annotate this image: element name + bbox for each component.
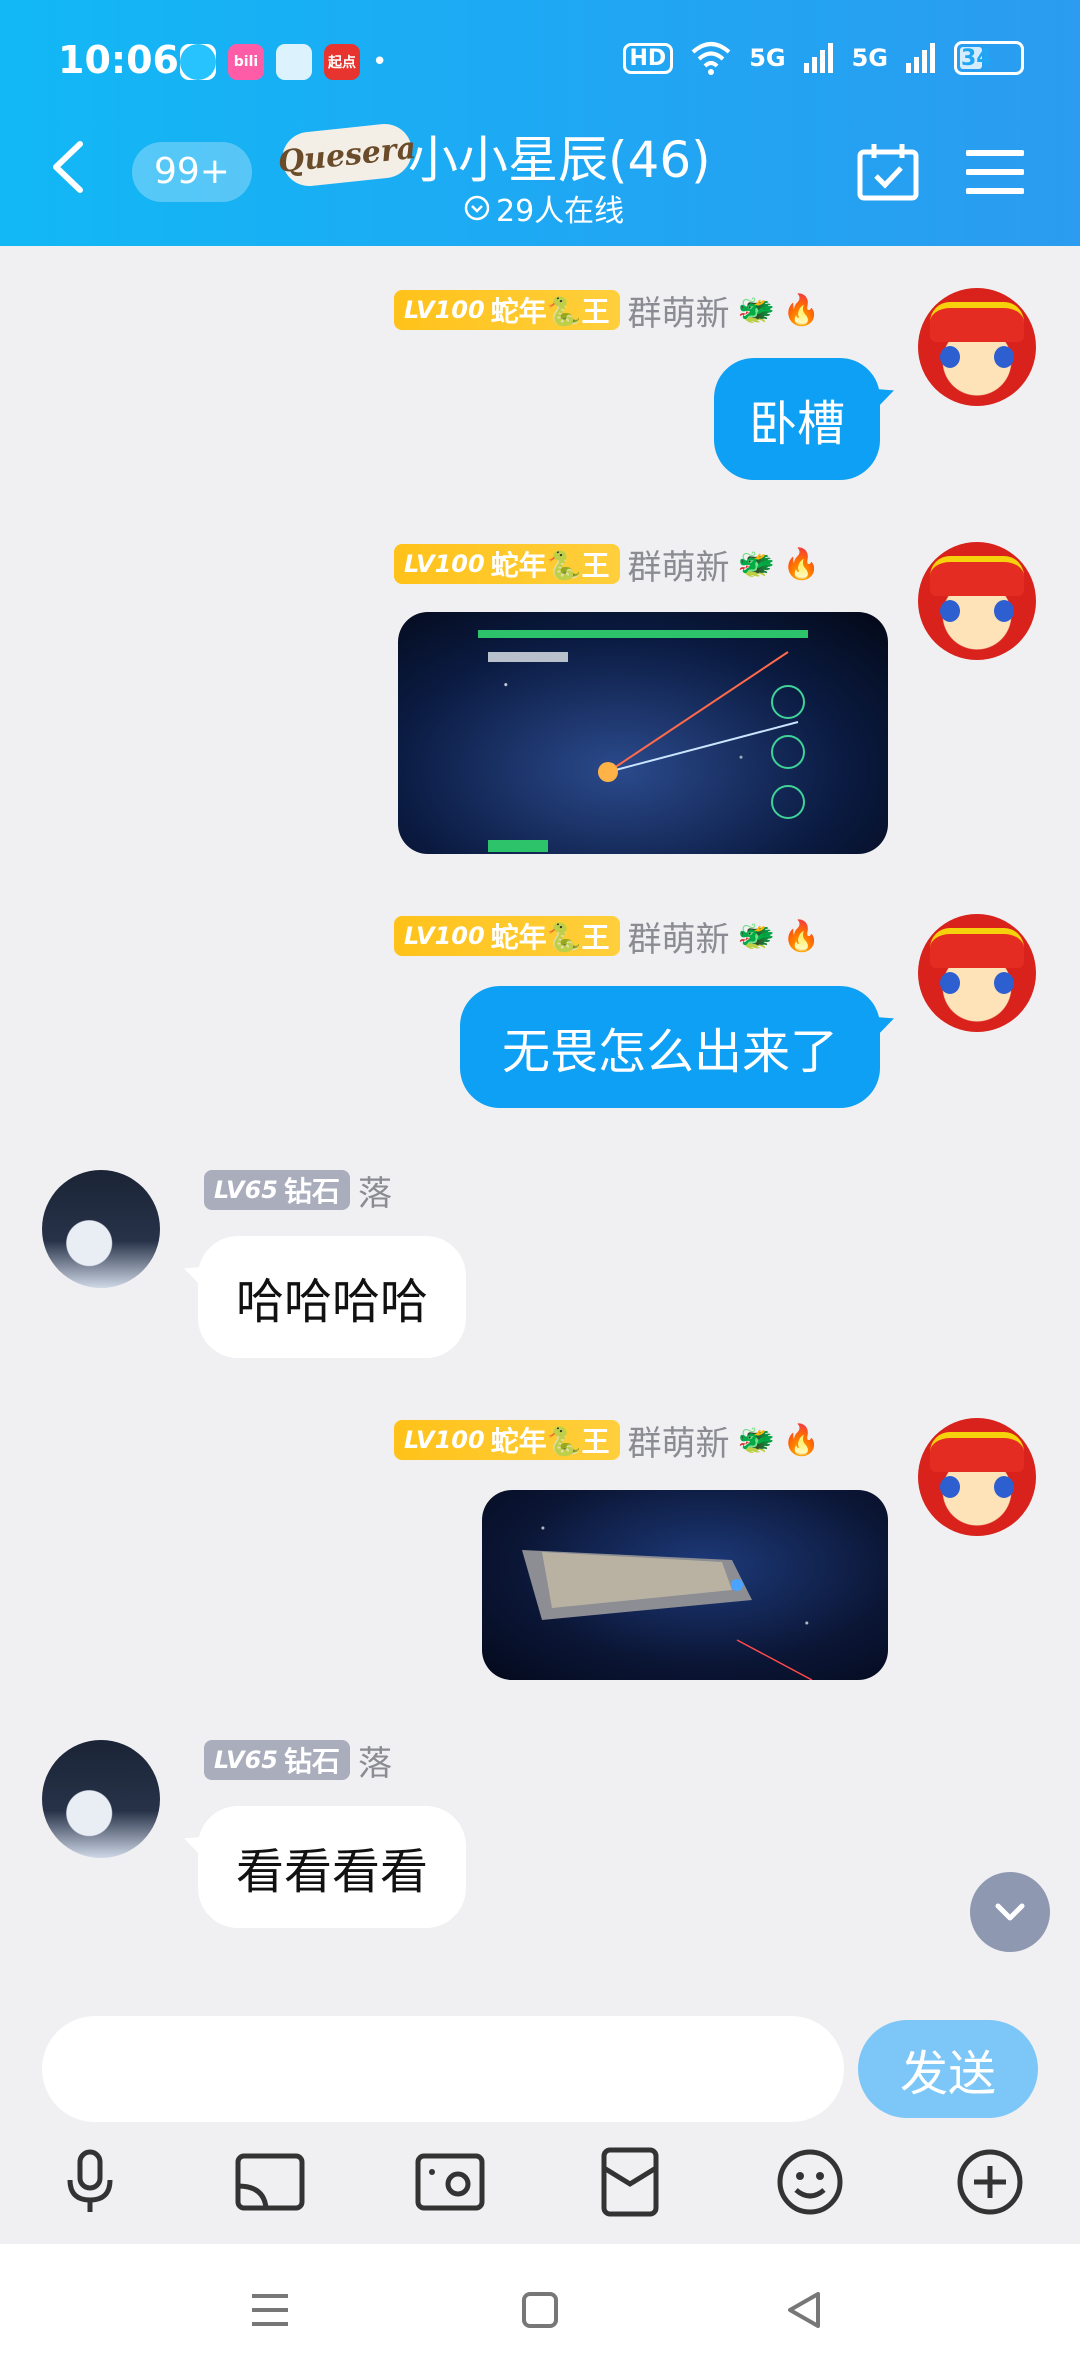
dragon-icon: 🐲 — [737, 1422, 775, 1458]
level-badge: LV100 蛇年🐍王 — [394, 290, 620, 330]
level-badge: LV100 蛇年🐍王 — [394, 1420, 620, 1460]
unread-count-badge[interactable]: 99+ — [132, 142, 252, 202]
message-bubble[interactable]: 哈哈哈哈 — [198, 1236, 466, 1358]
sender-name[interactable]: 落 — [358, 1736, 392, 1785]
message-bubble[interactable]: 看看看看 — [198, 1806, 466, 1928]
message-bubble[interactable]: 无畏怎么出来了 — [460, 986, 880, 1108]
level-badge: LV65 钻石 — [204, 1170, 350, 1210]
group-title[interactable]: 小小星辰(46) — [408, 120, 711, 192]
sender-meta: LV65 钻石 落 — [204, 1166, 392, 1215]
sender-meta: LV65 钻石 落 — [204, 1736, 392, 1785]
scroll-to-bottom-button[interactable] — [970, 1872, 1050, 1952]
back-arrow-icon[interactable] — [46, 140, 90, 194]
image-message[interactable] — [482, 1490, 888, 1680]
plus-icon[interactable] — [954, 2146, 1026, 2218]
bilibili-app-icon: bili — [228, 44, 264, 80]
send-button[interactable]: 发送 — [858, 2020, 1038, 2118]
sender-name[interactable]: 群萌新 — [628, 1416, 730, 1465]
emoji-icon[interactable] — [774, 2146, 846, 2218]
app-icon — [276, 44, 312, 80]
photo-icon[interactable] — [414, 2146, 486, 2218]
status-indicators: HD 5G 5G 34 — [622, 40, 1024, 76]
more-dot-icon: • — [372, 47, 388, 77]
chat-header: 10:06 du bili 起点 • HD 5G 5G 34 — [0, 0, 1080, 246]
sender-name[interactable]: 群萌新 — [628, 540, 730, 589]
group-logo: Quesera — [276, 121, 418, 189]
calendar-check-icon[interactable] — [856, 142, 920, 202]
signal-icon-2 — [906, 43, 935, 73]
message-input[interactable] — [42, 2016, 844, 2122]
fire-icon: 🔥 — [782, 546, 821, 582]
status-app-icons: du bili 起点 • — [180, 44, 387, 80]
dragon-icon: 🐲 — [737, 546, 775, 582]
fire-icon: 🔥 — [782, 918, 821, 954]
avatar[interactable] — [918, 914, 1036, 1032]
system-back-icon[interactable] — [782, 2288, 826, 2332]
fire-icon: 🔥 — [782, 1422, 821, 1458]
level-badge: LV100 蛇年🐍王 — [394, 544, 620, 584]
qidian-app-icon: 起点 — [324, 44, 360, 80]
red-packet-icon[interactable] — [594, 2146, 666, 2218]
avatar[interactable] — [42, 1170, 160, 1288]
wifi-icon — [691, 42, 731, 75]
home-icon[interactable] — [518, 2288, 562, 2332]
online-count-label: 29人在线 — [496, 194, 625, 229]
status-time: 10:06 — [58, 38, 179, 82]
online-status[interactable]: 29人在线 — [464, 186, 624, 230]
space-ship-image — [522, 1550, 813, 1680]
signal-5g-label-2: 5G — [851, 44, 888, 72]
sender-name[interactable]: 群萌新 — [628, 912, 730, 961]
sender-meta: LV100 蛇年🐍王 群萌新 🐲 🔥 — [394, 286, 821, 335]
signal-5g-label: 5G — [749, 44, 786, 72]
level-badge: LV65 钻石 — [204, 1740, 350, 1780]
level-badge: LV100 蛇年🐍王 — [394, 916, 620, 956]
sender-name[interactable]: 群萌新 — [628, 286, 730, 335]
fire-icon: 🔥 — [782, 292, 821, 328]
avatar[interactable] — [918, 288, 1036, 406]
sender-meta: LV100 蛇年🐍王 群萌新 🐲 🔥 — [394, 912, 821, 961]
hd-icon: HD — [622, 42, 674, 74]
menu-icon[interactable] — [966, 148, 1024, 196]
sender-name[interactable]: 落 — [358, 1166, 392, 1215]
battery-icon: 34 — [954, 41, 1024, 75]
avatar[interactable] — [918, 1418, 1036, 1536]
message-bubble[interactable]: 卧槽 — [714, 358, 880, 480]
space-battle-image — [478, 630, 808, 852]
avatar[interactable] — [918, 542, 1036, 660]
dragon-icon: 🐲 — [737, 918, 775, 954]
image-message[interactable] — [398, 612, 888, 854]
avatar[interactable] — [42, 1740, 160, 1858]
dragon-icon: 🐲 — [737, 292, 775, 328]
sender-meta: LV100 蛇年🐍王 群萌新 🐲 🔥 — [394, 1416, 821, 1465]
screen-cast-icon[interactable] — [234, 2146, 306, 2218]
battery-level: 34 — [961, 45, 992, 71]
app-bubble-icon — [180, 44, 216, 80]
recent-apps-icon[interactable] — [248, 2288, 292, 2332]
chevron-down-icon — [995, 1903, 1025, 1921]
sender-meta: LV100 蛇年🐍王 群萌新 🐲 🔥 — [394, 540, 821, 589]
signal-icon — [803, 43, 833, 73]
online-chevron-icon — [464, 195, 490, 221]
microphone-icon[interactable] — [54, 2146, 126, 2218]
